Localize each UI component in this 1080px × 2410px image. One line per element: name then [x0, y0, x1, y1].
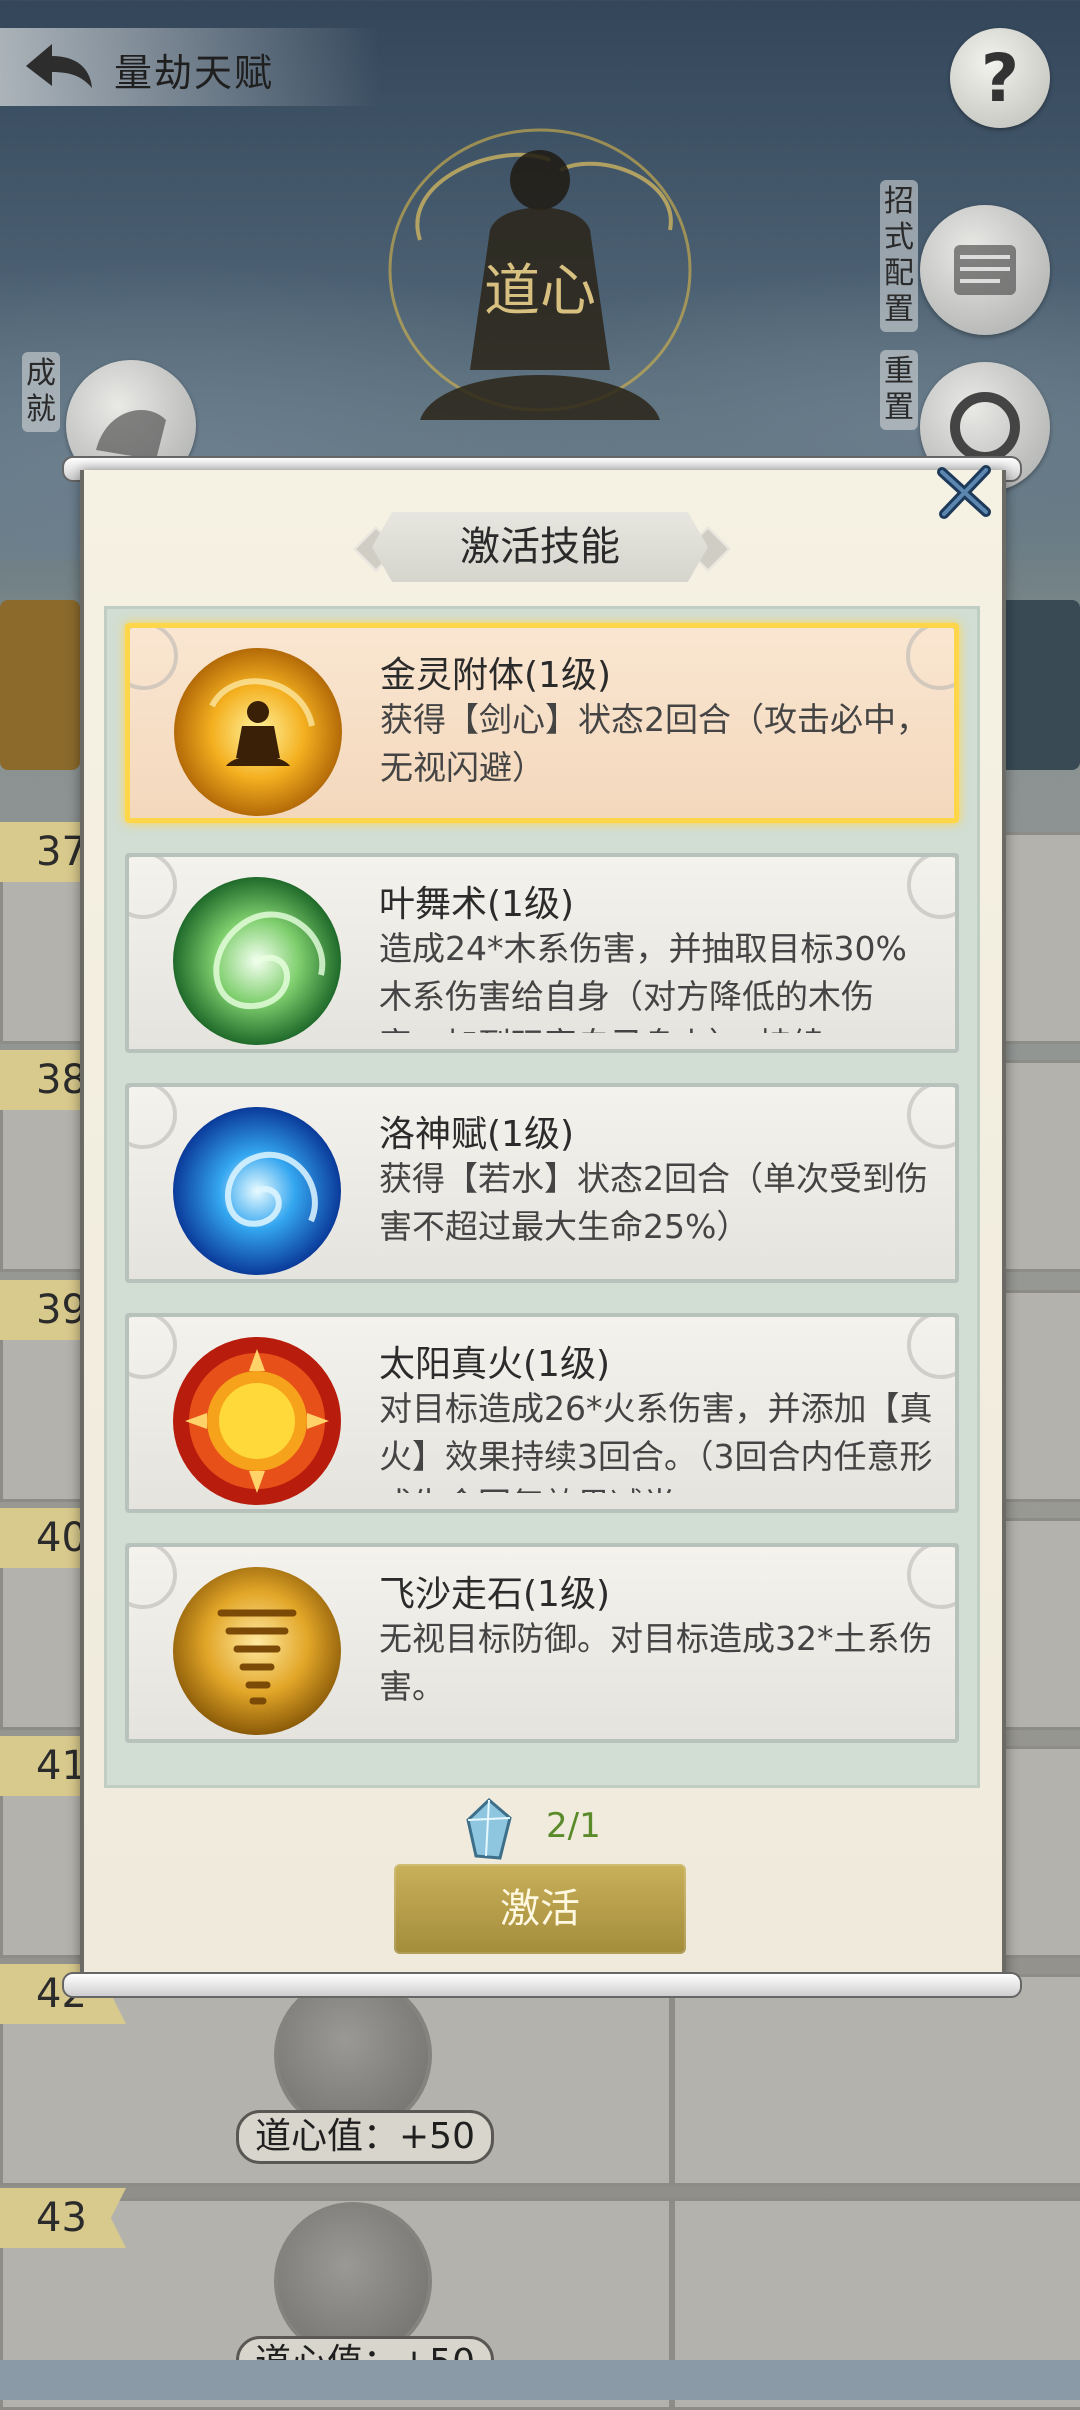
skill-name: 飞沙走石(1级): [379, 1574, 610, 1615]
skill-list[interactable]: 金灵附体(1级) 获得【剑心】状态2回合（攻击必中，无视闪避） 叶舞术(1级) …: [104, 606, 980, 1788]
activate-button[interactable]: 激活: [394, 1864, 686, 1954]
sun-fire-icon: [171, 1335, 343, 1507]
skill-item[interactable]: 飞沙走石(1级) 无视目标防御。对目标造成32*土系伤害。: [125, 1543, 959, 1743]
skill-description: 造成24*木系伤害，并抽取目标30%木系伤害给自身（对方降低的木伤害，加到玩家自…: [379, 929, 907, 1033]
skill-item[interactable]: 金灵附体(1级) 获得【剑心】状态2回合（攻击必中，无视闪避）: [125, 623, 959, 823]
cost-count: 2/1: [546, 1806, 601, 1846]
skill-description: 对目标造成26*火系伤害，并添加【真火】效果持续3回合。（3回合内任意形式生命回…: [379, 1389, 933, 1493]
skill-item[interactable]: 叶舞术(1级) 造成24*木系伤害，并抽取目标30%木系伤害给自身（对方降低的木…: [125, 853, 959, 1053]
leaf-swirl-icon: [171, 875, 343, 1047]
skill-name: 叶舞术(1级): [379, 884, 574, 925]
crystal-icon: [464, 1797, 514, 1862]
meditating-figure-icon: [172, 646, 344, 818]
skill-name: 金灵附体(1级): [380, 655, 611, 696]
skill-name: 太阳真火(1级): [379, 1344, 610, 1385]
tornado-icon: [171, 1565, 343, 1737]
scroll-rod-bottom: [62, 1972, 1022, 1998]
activate-skill-dialog: 激活技能 金灵附体(1级) 获得【剑心】状态2回合（攻击必中，无视闪避） 叶舞术…: [0, 0, 1080, 2400]
skill-description: 无视目标防御。对目标造成32*土系伤害。: [379, 1619, 933, 1706]
water-swirl-icon: [171, 1105, 343, 1277]
skill-description: 获得【剑心】状态2回合（攻击必中，无视闪避）: [380, 700, 929, 787]
skill-name: 洛神赋(1级): [379, 1114, 574, 1155]
skill-item[interactable]: 太阳真火(1级) 对目标造成26*火系伤害，并添加【真火】效果持续3回合。（3回…: [125, 1313, 959, 1513]
dialog-title: 激活技能: [372, 512, 708, 582]
skill-item[interactable]: 洛神赋(1级) 获得【若水】状态2回合（单次受到伤害不超过最大生命25%）: [125, 1083, 959, 1283]
close-icon[interactable]: [934, 462, 994, 522]
skill-description: 获得【若水】状态2回合（单次受到伤害不超过最大生命25%）: [379, 1159, 928, 1246]
